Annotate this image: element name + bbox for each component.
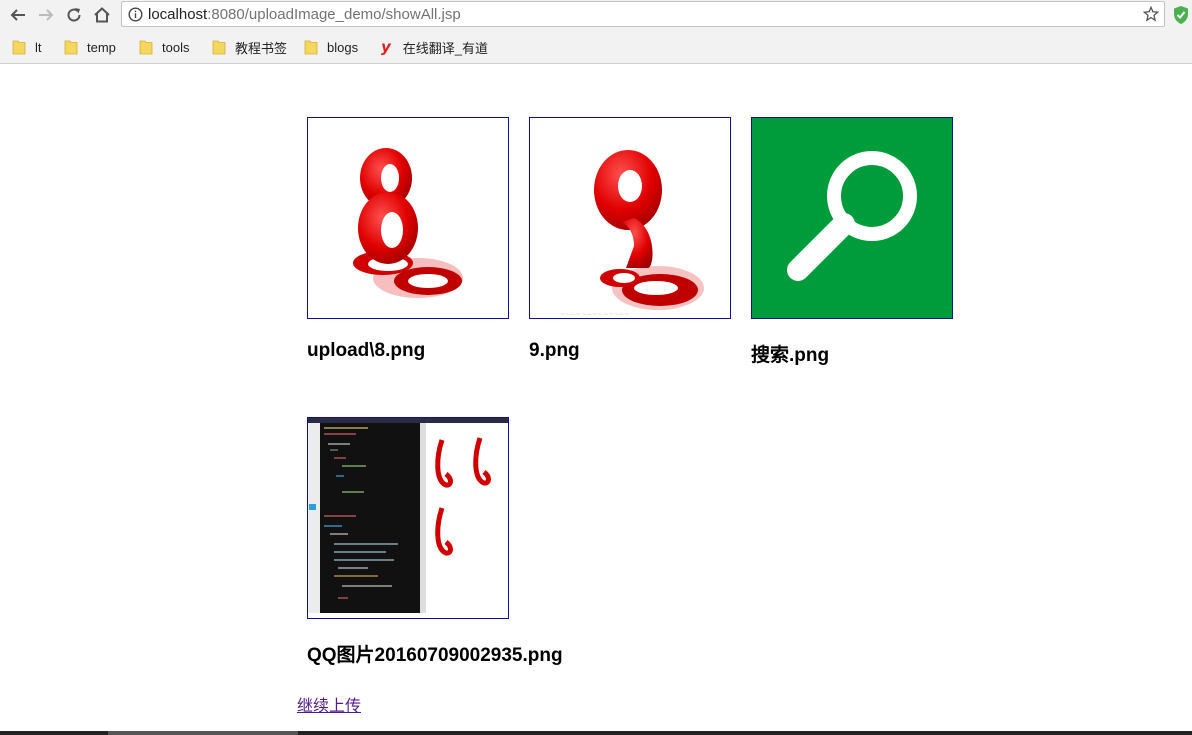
bookmark-tutorials[interactable]: 教程书签 [212, 38, 287, 56]
forward-button[interactable] [34, 3, 58, 27]
svg-text:~~~~ ~~~~ ~~~~~: ~~~~ ~~~~ ~~~~~ [560, 311, 629, 318]
url-text[interactable]: localhost:8080/uploadImage_demo/showAll.… [148, 6, 461, 23]
folder-icon [139, 40, 153, 55]
back-arrow-icon [10, 9, 25, 21]
bookmarks-bar: lt temp tools 教程书签 blogs y 在线翻译_有道 [0, 30, 1192, 64]
image-thumbnail-search [751, 117, 953, 319]
taskbar-edge [0, 731, 1192, 735]
image-caption: upload\8.png [307, 340, 426, 361]
folder-icon [64, 40, 78, 55]
image-caption: 9.png [529, 340, 580, 361]
home-button[interactable] [90, 3, 114, 27]
bookmark-label: temp [87, 39, 116, 55]
url-host: localhost [148, 6, 208, 23]
home-icon [94, 7, 110, 23]
red-digit-9-image: ~~~~ ~~~~ ~~~~~ [560, 150, 704, 318]
image-thumbnail-8 [307, 117, 509, 319]
shield-extension-icon[interactable] [1172, 5, 1190, 25]
image-thumbnail-qq [307, 417, 509, 619]
browser-toolbar: localhost:8080/uploadImage_demo/showAll.… [0, 0, 1192, 30]
bookmark-lt[interactable]: lt [12, 38, 42, 56]
reload-icon [67, 8, 81, 22]
folder-icon [212, 40, 226, 55]
bookmark-tools[interactable]: tools [139, 38, 189, 56]
bookmark-label: 教程书签 [235, 40, 288, 56]
bookmark-blogs[interactable]: blogs [304, 38, 358, 56]
back-button[interactable] [6, 3, 30, 27]
reload-button[interactable] [62, 3, 86, 27]
image-caption: 搜索.png [751, 345, 830, 366]
bookmark-star-icon[interactable] [1143, 6, 1159, 22]
url-path: :8080/uploadImage_demo/showAll.jsp [207, 6, 461, 23]
bookmark-youdao[interactable]: y 在线翻译_有道 [381, 38, 488, 56]
bookmark-label: blogs [327, 39, 359, 55]
info-icon[interactable] [128, 7, 143, 22]
youdao-icon: y [381, 38, 391, 56]
bookmark-label: lt [35, 39, 42, 55]
bookmark-temp[interactable]: temp [64, 38, 116, 56]
address-bar[interactable]: localhost:8080/uploadImage_demo/showAll.… [121, 1, 1165, 27]
image-caption: QQ图片20160709002935.png [307, 645, 563, 666]
folder-icon [304, 40, 318, 55]
code-screenshot-image [308, 418, 508, 618]
bookmark-label: tools [162, 39, 190, 55]
folder-icon [12, 40, 26, 55]
forward-arrow-icon [39, 9, 54, 21]
search-icon [787, 151, 917, 281]
taskbar-active-item [108, 731, 298, 735]
image-thumbnail-9: ~~~~ ~~~~ ~~~~~ [529, 117, 731, 319]
red-digit-8-image [353, 148, 463, 298]
continue-upload-link[interactable]: 继续上传 [297, 692, 361, 716]
bookmark-label: 在线翻译_有道 [402, 40, 489, 56]
